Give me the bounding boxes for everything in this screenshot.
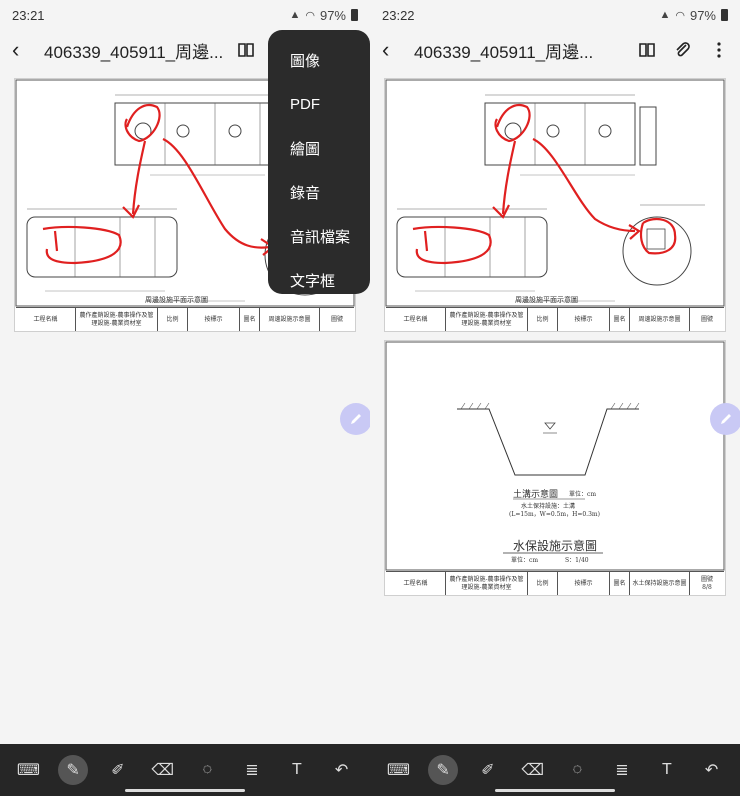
pdf-page-1: 周邊設施平面示意圖 工程名稱 農作產銷設施-農事操作及管理設施-農業資材室 比例… xyxy=(384,78,726,332)
title-project-label: 工程名稱 xyxy=(386,308,446,331)
menu-item-drawing[interactable]: 繪圖 xyxy=(268,126,370,170)
title-no-label: 圖號 xyxy=(700,315,713,323)
title-no-cell: 圖號 8/8 xyxy=(690,572,724,595)
title-scale: 按標示 xyxy=(558,572,610,595)
pen-fab[interactable] xyxy=(340,403,370,435)
battery-percent: 97% xyxy=(319,7,346,23)
home-indicator xyxy=(495,789,615,792)
title-scale: 按標示 xyxy=(188,308,240,331)
undo-icon[interactable]: ↶ xyxy=(327,755,357,785)
main-scale: S：1/40 xyxy=(565,557,589,564)
title-scale-label: 比例 xyxy=(528,572,558,595)
title-block: 工程名稱 農作產銷設施-農事操作及管理設施-農業資材室 比例 按標示 圖名 周邊… xyxy=(386,307,724,331)
left-screen: 23:21 ▲ ◠ 97% ‹ 406339_405911_周邊... 周邊設施… xyxy=(0,0,370,796)
ditch-drawing xyxy=(385,341,725,571)
document-title: 406339_405911_周邊... xyxy=(44,42,224,62)
attach-icon[interactable] xyxy=(674,41,692,59)
status-bar: 23:22 ▲ ◠ 97% xyxy=(370,0,740,30)
book-view-icon[interactable] xyxy=(638,41,656,59)
pdf-page-2: 土溝示意圖 單位：cm 水土保持設施：土溝 (L=15m，W=0.5m，H=0.… xyxy=(384,340,726,596)
ditch-unit: 單位：cm xyxy=(569,491,597,498)
menu-item-pdf[interactable]: PDF xyxy=(268,82,370,126)
battery-icon xyxy=(721,9,728,21)
eraser-icon[interactable]: ⌫ xyxy=(518,755,548,785)
lasso-icon[interactable]: ◌ xyxy=(192,755,222,785)
status-bar: 23:21 ▲ ◠ 97% xyxy=(0,0,370,30)
highlighter-icon[interactable]: ✐ xyxy=(473,755,503,785)
title-project-label: 工程名稱 xyxy=(386,572,446,595)
pen-tool-icon[interactable]: ✎ xyxy=(58,755,89,785)
title-no: 8/8 xyxy=(702,583,712,591)
title-scale: 按標示 xyxy=(558,308,610,331)
title-block: 工程名稱 農作產銷設施-農事操作及管理設施-農業資材室 比例 按標示 圖名 周邊… xyxy=(16,307,354,331)
keyboard-icon[interactable]: ⌨ xyxy=(13,755,43,785)
more-options-icon[interactable] xyxy=(710,41,728,59)
title-sheet-label: 圖名 xyxy=(610,572,630,595)
drawing-caption: 周邊設施平面示意圖 xyxy=(145,296,208,304)
back-arrow-icon[interactable]: ‹ xyxy=(382,37,408,63)
keyboard-icon[interactable]: ⌨ xyxy=(383,755,413,785)
title-sheet: 水土保持設施示意圖 xyxy=(630,572,690,595)
text-format-icon[interactable]: ≣ xyxy=(237,755,267,785)
status-time: 23:21 xyxy=(12,7,45,23)
title-no-label: 圖號 xyxy=(700,576,713,584)
status-icons: ▲ ◠ 97% xyxy=(659,8,728,23)
right-screen: 23:22 ▲ ◠ 97% ‹ 406339_405911_周邊... 周邊設施… xyxy=(370,0,740,796)
title-sheet: 周邊設施示意圖 xyxy=(260,308,320,331)
signal-icon: ▲ xyxy=(289,9,301,21)
pen-fab[interactable] xyxy=(710,403,740,435)
text-format-icon[interactable]: ≣ xyxy=(607,755,637,785)
menu-item-text-box[interactable]: 文字框 xyxy=(268,258,370,302)
insert-menu: 圖像 PDF 繪圖 錄音 音訊檔案 文字框 xyxy=(268,30,370,294)
title-sheet-label: 圖名 xyxy=(610,308,630,331)
pen-icon xyxy=(721,414,731,424)
book-view-icon[interactable] xyxy=(237,41,255,59)
undo-icon[interactable]: ↶ xyxy=(697,755,727,785)
title-sheet-label: 圖名 xyxy=(240,308,260,331)
title-no-label: 圖號 xyxy=(330,315,343,323)
home-indicator xyxy=(125,789,245,792)
highlighter-icon[interactable]: ✐ xyxy=(103,755,133,785)
pen-icon xyxy=(351,414,361,424)
title-scale-label: 比例 xyxy=(158,308,188,331)
ditch-title: 土溝示意圖 xyxy=(513,490,559,500)
title-block: 工程名稱 農作產銷設施-農事操作及管理設施-農業資材室 比例 按標示 圖名 水土… xyxy=(386,571,724,595)
text-box-icon[interactable]: T xyxy=(282,755,312,785)
drawing-caption: 周邊設施平面示意圖 xyxy=(515,296,578,304)
ditch-note-2: (L=15m，W=0.5m，H=0.3m) xyxy=(509,511,600,518)
eraser-icon[interactable]: ⌫ xyxy=(148,755,178,785)
app-bar: ‹ 406339_405911_周邊... xyxy=(370,30,740,70)
battery-icon xyxy=(351,9,358,21)
menu-item-image[interactable]: 圖像 xyxy=(268,38,370,82)
menu-item-recording[interactable]: 錄音 xyxy=(268,170,370,214)
title-project: 農作產銷設施-農事操作及管理設施-農業資材室 xyxy=(446,572,528,595)
title-project: 農作產銷設施-農事操作及管理設施-農業資材室 xyxy=(76,308,158,331)
status-time: 23:22 xyxy=(382,7,415,23)
wifi-icon: ◠ xyxy=(305,9,315,22)
title-project: 農作產銷設施-農事操作及管理設施-農業資材室 xyxy=(446,308,528,331)
wifi-icon: ◠ xyxy=(675,9,685,22)
title-sheet: 周邊設施示意圖 xyxy=(630,308,690,331)
back-arrow-icon[interactable]: ‹ xyxy=(12,37,38,63)
pen-tool-icon[interactable]: ✎ xyxy=(428,755,459,785)
main-title: 水保設施示意圖 xyxy=(513,539,598,553)
title-scale-label: 比例 xyxy=(528,308,558,331)
status-icons: ▲ ◠ 97% xyxy=(289,8,358,23)
title-project-label: 工程名稱 xyxy=(16,308,76,331)
lasso-icon[interactable]: ◌ xyxy=(562,755,592,785)
battery-percent: 97% xyxy=(689,7,716,23)
main-unit: 單位：cm xyxy=(511,557,539,564)
text-box-icon[interactable]: T xyxy=(652,755,682,785)
document-title: 406339_405911_周邊... xyxy=(414,42,594,62)
signal-icon: ▲ xyxy=(659,9,671,21)
menu-item-audio-file[interactable]: 音訊檔案 xyxy=(268,214,370,258)
